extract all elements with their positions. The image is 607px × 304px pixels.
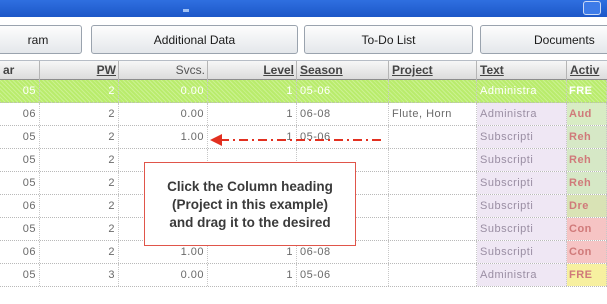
- cell-project: [389, 172, 477, 194]
- tab-documents[interactable]: Documents: [480, 25, 607, 54]
- cell-level: 1: [208, 264, 297, 286]
- cell-pw: 2: [40, 218, 119, 240]
- cell-svcs: 0.00: [119, 264, 208, 286]
- cell-svcs: 0.00: [119, 80, 208, 102]
- callout-line-3: and drag it to the desired: [169, 214, 331, 230]
- cell-activity: Reh: [567, 149, 607, 171]
- tab-bar: ram Additional Data To-Do List Documents: [0, 17, 607, 61]
- cell-pw: 3: [40, 264, 119, 286]
- column-header-level[interactable]: Level: [208, 61, 297, 80]
- cell-text: Subscripti: [477, 241, 567, 263]
- cell-activity: Reh: [567, 172, 607, 194]
- cell-project: [389, 241, 477, 263]
- titlebar-grip: [183, 9, 189, 12]
- cell-project: [389, 218, 477, 240]
- tab-additional-data-label: Additional Data: [153, 32, 236, 47]
- tab-additional-data[interactable]: Additional Data: [91, 25, 298, 54]
- column-header-season[interactable]: Season: [297, 61, 389, 80]
- column-header-year[interactable]: ar: [0, 61, 40, 80]
- callout-line-1: Click the Column heading: [167, 178, 333, 194]
- grid-header: ar PW Svcs. Level Season Project Text Ac…: [0, 61, 607, 80]
- column-header-activity[interactable]: Activ: [567, 61, 607, 80]
- cell-project: [389, 126, 477, 148]
- table-row[interactable]: 05 2 0.00 1 05-06 Administra FRE: [0, 80, 607, 103]
- cell-season: 05-06: [297, 264, 389, 286]
- cell-activity: Con: [567, 241, 607, 263]
- callout-line-2: (Project in this example): [171, 196, 329, 212]
- cell-text: Administra: [477, 80, 567, 102]
- cell-year: 05: [0, 126, 40, 148]
- cell-svcs: 0.00: [119, 103, 208, 125]
- cell-project: [389, 149, 477, 171]
- cell-pw: 2: [40, 80, 119, 102]
- cell-year: 05: [0, 80, 40, 102]
- cell-activity: Dre: [567, 195, 607, 217]
- cell-pw: 2: [40, 149, 119, 171]
- cell-year: 06: [0, 103, 40, 125]
- cell-pw: 2: [40, 241, 119, 263]
- window-titlebar: [0, 0, 607, 17]
- tab-documents-label: Documents: [534, 32, 595, 47]
- cell-activity: FRE: [567, 80, 607, 102]
- cell-svcs: 1.00: [119, 126, 208, 148]
- cell-activity: Reh: [567, 126, 607, 148]
- column-header-text[interactable]: Text: [477, 61, 567, 80]
- tab-to-do-list[interactable]: To-Do List: [304, 25, 473, 54]
- cell-pw: 2: [40, 195, 119, 217]
- window-control-button[interactable]: [583, 1, 601, 15]
- column-header-pw[interactable]: PW: [40, 61, 119, 80]
- cell-year: 06: [0, 241, 40, 263]
- cell-activity: FRE: [567, 264, 607, 286]
- cell-project: [389, 264, 477, 286]
- cell-project: Flute, Horn: [389, 103, 477, 125]
- cell-project: [389, 80, 477, 102]
- tab-program-label: ram: [27, 32, 49, 47]
- cell-project: [389, 195, 477, 217]
- cell-season: 05-06: [297, 80, 389, 102]
- cell-year: 06: [0, 195, 40, 217]
- cell-year: 05: [0, 264, 40, 286]
- cell-text: Subscripti: [477, 218, 567, 240]
- cell-season: 06-08: [297, 103, 389, 125]
- column-header-svcs[interactable]: Svcs.: [119, 61, 208, 80]
- cell-text: Administra: [477, 103, 567, 125]
- cell-year: 05: [0, 149, 40, 171]
- cell-pw: 2: [40, 126, 119, 148]
- instruction-callout: Click the Column heading (Project in thi…: [144, 162, 356, 246]
- column-header-project[interactable]: Project: [389, 61, 477, 80]
- drag-arrow-icon: [210, 134, 385, 146]
- table-row[interactable]: 06 2 0.00 1 06-08 Flute, Horn Administra Aud: [0, 103, 607, 126]
- table-row[interactable]: 05 3 0.00 1 05-06 Administra FRE: [0, 264, 607, 287]
- tab-to-do-list-label: To-Do List: [361, 32, 416, 47]
- cell-pw: 2: [40, 103, 119, 125]
- cell-text: Administra: [477, 264, 567, 286]
- cell-pw: 2: [40, 172, 119, 194]
- cell-activity: Aud: [567, 103, 607, 125]
- cell-text: Subscripti: [477, 172, 567, 194]
- cell-text: Subscripti: [477, 195, 567, 217]
- tab-program[interactable]: ram: [0, 25, 82, 54]
- cell-year: 05: [0, 172, 40, 194]
- cell-text: Subscripti: [477, 126, 567, 148]
- cell-level: 1: [208, 103, 297, 125]
- cell-year: 05: [0, 218, 40, 240]
- cell-level: 1: [208, 80, 297, 102]
- cell-text: Subscripti: [477, 149, 567, 171]
- cell-activity: Con: [567, 218, 607, 240]
